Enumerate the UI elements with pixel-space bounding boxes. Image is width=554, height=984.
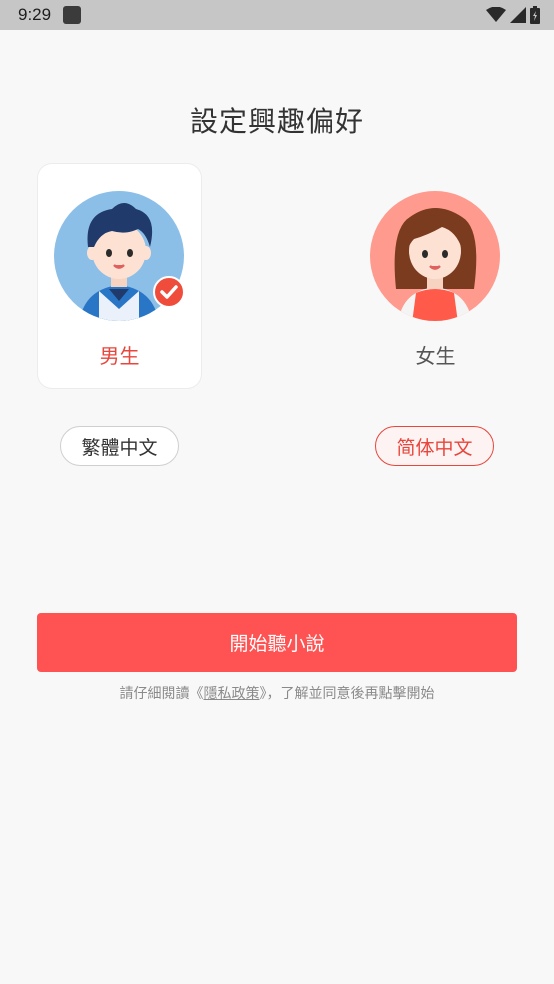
privacy-notice: 請仔細閱讀《隱私政策》，了解並同意後再點擊開始	[0, 683, 554, 703]
privacy-prefix: 請仔細閱讀《	[119, 686, 204, 702]
female-option-card[interactable]: 女生	[354, 164, 517, 388]
signal-icon	[510, 7, 526, 23]
female-avatar	[370, 191, 500, 321]
male-label: 男生	[99, 344, 140, 368]
wifi-icon	[486, 7, 506, 22]
status-bar: 9:29	[0, 0, 554, 30]
status-time: 9:29	[18, 5, 52, 24]
check-icon	[153, 276, 185, 308]
notification-icon	[63, 6, 81, 24]
male-option-card[interactable]: 男生	[38, 164, 201, 388]
simplified-chinese-button[interactable]: 简体中文	[375, 426, 494, 466]
page-title: 設定興趣偏好	[189, 105, 364, 138]
privacy-suffix: 》，了解並同意後再點擊開始	[259, 686, 435, 702]
status-icons	[486, 6, 540, 24]
privacy-policy-link[interactable]: 隱私政策	[204, 686, 260, 702]
traditional-chinese-button[interactable]: 繁體中文	[60, 426, 179, 466]
female-label: 女生	[415, 344, 456, 368]
battery-icon	[530, 6, 540, 24]
start-listening-button[interactable]: 開始聽小說	[37, 613, 517, 672]
